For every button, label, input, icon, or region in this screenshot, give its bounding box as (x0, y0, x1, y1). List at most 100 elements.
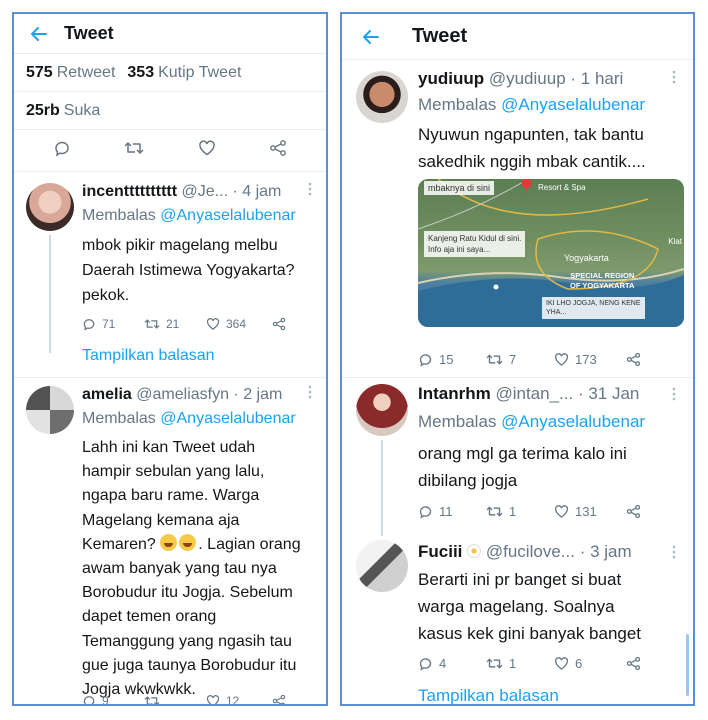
retweet-icon[interactable] (144, 694, 160, 706)
tweet-line: mbok pikir magelang melbu (82, 237, 278, 254)
author-handle[interactable]: @Je... (182, 183, 228, 200)
author-name[interactable]: Intanrhm (418, 384, 491, 403)
reply-icon[interactable] (82, 694, 96, 706)
back-arrow-icon[interactable] (14, 26, 64, 42)
reply-action[interactable]: 11 (418, 504, 486, 519)
retweet-icon[interactable] (144, 317, 160, 331)
more-icon[interactable] (672, 544, 676, 565)
retweet-action[interactable]: 1 (486, 656, 554, 671)
tweet-text: orang mgl ga terima kalo ini dibilang jo… (418, 440, 627, 494)
show-replies-link[interactable]: Tampilkan balasan (418, 686, 559, 704)
author-name[interactable]: Fuciii (418, 542, 462, 561)
reply-prefix: Membalas (82, 410, 156, 427)
author-handle[interactable]: @fucilove... (486, 542, 575, 561)
retweet-label[interactable]: Retweet (57, 64, 116, 82)
mention-link[interactable]: @Anyaselalubenar (160, 410, 295, 427)
reply-action[interactable]: 4 (418, 656, 486, 671)
reply-context: Membalas @Anyaselalubenar (82, 207, 296, 225)
reply-icon[interactable] (418, 656, 433, 671)
tweet-actions: 15 7 173 (418, 352, 641, 367)
reply-icon[interactable] (82, 317, 96, 331)
like-icon[interactable] (554, 352, 569, 367)
quote-label[interactable]: Kutip Tweet (158, 64, 241, 82)
thread-line (49, 235, 51, 353)
more-icon[interactable] (308, 181, 312, 202)
like-action[interactable]: 364 (206, 317, 272, 331)
retweet-icon[interactable] (486, 656, 503, 671)
author-name[interactable]: amelia (82, 386, 132, 403)
tweet-time[interactable]: · 2 jam (233, 386, 282, 403)
more-icon[interactable] (672, 69, 676, 90)
author-handle[interactable]: @yudiuup (489, 69, 566, 88)
reply-prefix: Membalas (82, 207, 156, 224)
author-handle[interactable]: @intan_... (495, 384, 573, 403)
tweet-time[interactable]: · 3 jam (580, 542, 632, 561)
like-count[interactable]: 25rb (26, 102, 60, 120)
retweet-action[interactable]: 7 (486, 352, 554, 367)
reply-icon[interactable] (53, 139, 71, 162)
tweet-line: Daerah Istimewa Yogyakarta? (82, 262, 295, 279)
reply-action[interactable]: 71 (82, 317, 144, 331)
like-icon[interactable] (198, 139, 216, 162)
share-icon[interactable] (626, 504, 641, 519)
tweet-line: kasus kek gini banyak banget (418, 624, 642, 643)
retweet-count[interactable]: 575 (26, 64, 53, 82)
like-count: 364 (226, 317, 247, 331)
share-icon[interactable] (626, 656, 641, 671)
retweet-action[interactable]: 21 (144, 317, 206, 331)
mention-link[interactable]: @Anyaselalubenar (160, 207, 295, 224)
share-icon[interactable] (269, 139, 287, 162)
scrollbar[interactable] (686, 634, 689, 696)
mention-link[interactable]: @Anyaselalubenar (501, 95, 645, 114)
engagement-stats: 575 Retweet 353 Kutip Tweet (14, 54, 326, 92)
retweet-action[interactable] (144, 694, 206, 706)
map-image[interactable]: mbaknya di sini Resort & Spa Kanjeng Rat… (418, 179, 684, 327)
reply-action[interactable]: 9 (82, 694, 144, 706)
tweet-line: Temanggung yang ngasih tau (82, 632, 292, 650)
more-icon[interactable] (672, 386, 676, 407)
like-icon[interactable] (206, 317, 220, 331)
reply-icon[interactable] (418, 352, 433, 367)
quote-count[interactable]: 353 (127, 64, 154, 82)
reply-tweet[interactable]: incentttttttttt @Je... · 4 jam Membalas … (14, 177, 326, 377)
like-action[interactable]: 173 (554, 352, 626, 367)
more-icon[interactable] (308, 384, 312, 405)
avatar[interactable] (26, 386, 74, 434)
like-action[interactable]: 131 (554, 504, 626, 519)
avatar[interactable] (356, 540, 408, 592)
retweet-icon[interactable] (124, 139, 144, 162)
reply-tweet[interactable]: Fuciii @fucilove... · 3 jam Berarti ini … (342, 528, 693, 704)
avatar[interactable] (356, 384, 408, 436)
tweet-time[interactable]: · 4 jam (232, 183, 281, 200)
mention-link[interactable]: @Anyaselalubenar (501, 412, 645, 431)
like-label[interactable]: Suka (64, 102, 100, 120)
share-icon[interactable] (272, 317, 286, 331)
tweet-time[interactable]: · 1 hari (570, 69, 623, 88)
share-icon[interactable] (626, 352, 641, 367)
reply-tweet[interactable]: amelia @ameliasfyn · 2 jam Membalas @Any… (14, 378, 326, 706)
retweet-icon[interactable] (486, 504, 503, 519)
show-replies-link[interactable]: Tampilkan balasan (82, 347, 215, 365)
author-name[interactable]: incentttttttttt (82, 183, 177, 200)
author-handle[interactable]: @ameliasfyn (136, 386, 229, 403)
retweet-action[interactable]: 1 (486, 504, 554, 519)
reply-action[interactable]: 15 (418, 352, 486, 367)
like-icon[interactable] (554, 656, 569, 671)
share-icon[interactable] (272, 694, 286, 704)
author-name[interactable]: yudiuup (418, 69, 484, 88)
avatar[interactable] (356, 71, 408, 123)
avatar[interactable] (26, 183, 74, 231)
retweet-icon[interactable] (486, 352, 503, 367)
reply-tweet[interactable]: yudiuup @yudiuup · 1 hari Membalas @Anya… (342, 61, 693, 377)
map-callout: Kanjeng Ratu Kidul di sini. Info aja ini… (424, 231, 526, 257)
like-icon[interactable] (206, 694, 220, 706)
tweet-text: mbok pikir magelang melbu Daerah Istimew… (82, 233, 295, 308)
reply-prefix: Membalas (418, 95, 497, 114)
back-arrow-icon[interactable] (342, 29, 412, 45)
reply-icon[interactable] (418, 504, 433, 519)
like-icon[interactable] (554, 504, 569, 519)
like-action[interactable]: 12 (206, 694, 272, 706)
reply-tweet[interactable]: Intanrhm @intan_... · 31 Jan Membalas @A… (342, 378, 693, 536)
tweet-time[interactable]: · 31 Jan (578, 384, 639, 403)
like-action[interactable]: 6 (554, 656, 626, 671)
